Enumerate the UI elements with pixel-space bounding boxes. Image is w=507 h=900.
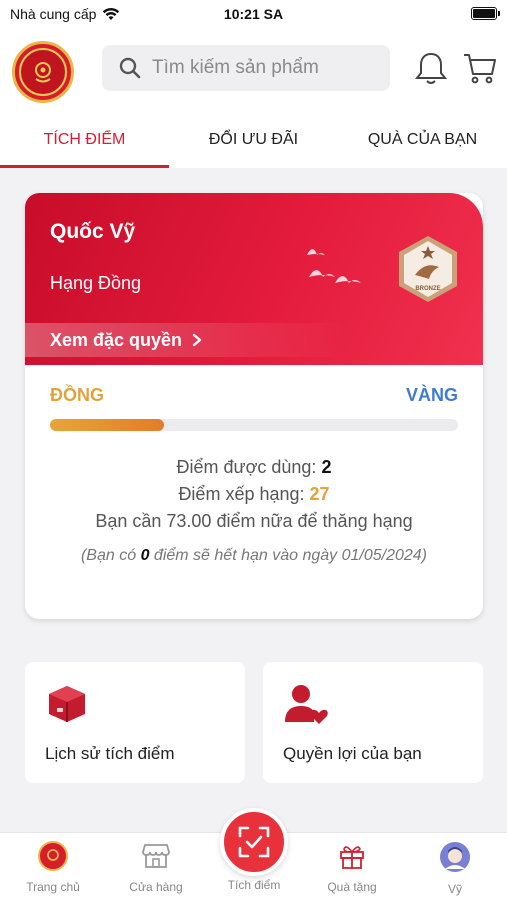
tab-tich-diem[interactable]: TÍCH ĐIỂM <box>0 112 169 168</box>
scan-button[interactable] <box>220 808 288 876</box>
level-current: ĐỒNG <box>50 385 104 405</box>
points-usable-line: Điểm được dùng: 2 <box>25 457 483 478</box>
member-name: Quốc Vỹ <box>50 220 136 243</box>
rank-progress-bar <box>50 419 458 431</box>
user-heart-icon <box>285 685 328 724</box>
upgrade-message: Bạn cần 73.00 điểm nữa để thăng hạng <box>95 511 413 531</box>
privilege-link-label: Xem đặc quyền <box>50 329 183 350</box>
member-card: Quốc Vỹ Hạng Đồng BRONZE Xem đặc quyền Đ… <box>25 193 483 619</box>
search-input[interactable]: Tìm kiếm sản phẩm <box>102 45 390 91</box>
search-icon <box>119 57 141 79</box>
level-next: VÀNG <box>405 385 458 405</box>
home-logo-icon <box>38 841 68 871</box>
benefits-label: Quyền lợi của bạn <box>283 744 422 763</box>
points-history-label: Lịch sử tích điểm <box>45 744 175 763</box>
battery-icon <box>471 7 500 20</box>
benefits-tile[interactable]: Quyền lợi của bạn <box>263 662 483 783</box>
points-rank-value: 27 <box>309 484 330 504</box>
expire-notice: (Bạn có 0 điểm sẽ hết hạn vào ngày 01/05… <box>80 547 428 564</box>
cart-icon[interactable] <box>462 50 498 86</box>
privilege-link[interactable]: Xem đặc quyền <box>25 323 483 357</box>
tab-doi-uu-dai[interactable]: ĐỔI ƯU ĐÃI <box>169 112 338 168</box>
tab-qua-cua-ban[interactable]: QUÀ CỦA BẠN <box>338 112 507 168</box>
member-card-header: Quốc Vỹ Hạng Đồng BRONZE Xem đặc quyền <box>25 193 483 365</box>
brand-logo[interactable] <box>12 41 74 103</box>
search-placeholder: Tìm kiếm sản phẩm <box>152 57 319 78</box>
avatar-icon <box>440 842 470 872</box>
nav-home[interactable]: Trang chủ <box>8 841 98 894</box>
svg-text:BRONZE: BRONZE <box>415 286 440 292</box>
nav-home-label: Trang chủ <box>26 880 80 894</box>
points-rank-label: Điểm xếp hạng: <box>178 484 305 504</box>
nav-store[interactable]: Cửa hàng <box>111 841 201 894</box>
bronze-badge-icon: BRONZE <box>399 236 457 302</box>
rank-progress-fill <box>50 419 165 431</box>
gift-icon <box>340 846 364 869</box>
points-rank-line: Điểm xếp hạng: 27 <box>25 484 483 505</box>
nav-profile-label: Vỹ <box>447 882 462 896</box>
chevron-right-icon <box>192 333 202 347</box>
header: Tìm kiếm sản phẩm <box>0 28 507 112</box>
status-time: 10:21 SA <box>223 6 284 22</box>
tab-bar: TÍCH ĐIỂM ĐỔI ƯU ĐÃI QUÀ CỦA BẠN <box>0 112 507 168</box>
scan-button-label: Tích điểm <box>227 878 281 892</box>
nav-store-label: Cửa hàng <box>129 880 183 894</box>
points-usable-label: Điểm được dùng: <box>176 457 317 477</box>
birds-decoration-icon <box>307 249 361 283</box>
member-rank: Hạng Đồng <box>50 273 142 293</box>
box-icon <box>49 686 85 722</box>
expire-points: 0 <box>140 547 150 564</box>
nav-profile[interactable]: Vỹ <box>410 841 500 896</box>
bell-icon[interactable] <box>414 50 448 86</box>
store-icon <box>142 844 170 868</box>
logo-emblem-icon <box>35 62 51 83</box>
status-bar: Nhà cung cấp 10:21 SA <box>0 0 507 28</box>
nav-gift[interactable]: Quà tặng <box>307 841 397 894</box>
points-usable-value: 2 <box>321 457 332 477</box>
nav-gift-label: Quà tặng <box>327 880 377 894</box>
scan-icon <box>238 826 270 858</box>
points-history-tile[interactable]: Lịch sử tích điểm <box>25 662 245 783</box>
